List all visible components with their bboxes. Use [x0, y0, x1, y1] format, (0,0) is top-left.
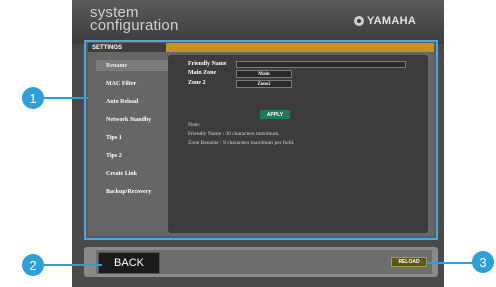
settings-menu: Rename MAC Filter Auto Reload Network St…: [96, 60, 168, 204]
note-line-1: Friendly Name : 30 characters maximum.: [188, 131, 280, 137]
menu-item-backup-recovery[interactable]: Backup/Recovery: [96, 186, 168, 197]
apply-button[interactable]: APPLY: [260, 110, 290, 119]
reload-button[interactable]: RELOAD: [391, 257, 427, 267]
menu-item-auto-reload[interactable]: Auto Reload: [96, 96, 168, 107]
app-title: system configuration: [90, 5, 179, 34]
main-zone-input[interactable]: Main: [236, 70, 292, 78]
zone2-label: Zone 2: [188, 80, 206, 86]
callout-3-line: [426, 262, 474, 264]
zone2-input[interactable]: Zone2: [236, 80, 292, 88]
friendly-name-input[interactable]: [236, 61, 406, 68]
callout-1-badge: 1: [22, 87, 44, 109]
menu-item-create-link[interactable]: Create Link: [96, 168, 168, 179]
callout-1-line: [42, 97, 88, 99]
callout-2-line: [42, 264, 102, 266]
menu-item-network-standby[interactable]: Network Standby: [96, 114, 168, 125]
main-zone-label: Main Zone: [188, 70, 217, 76]
menu-item-rename[interactable]: Rename: [96, 60, 168, 71]
callout-2-badge: 2: [22, 254, 44, 276]
menu-item-tips-1[interactable]: Tips 1: [96, 132, 168, 143]
app-title-line2: configuration: [90, 17, 179, 34]
note-title: Note:: [188, 122, 201, 128]
settings-tab-bar: [166, 43, 434, 52]
settings-tab: SETTINGS: [88, 43, 166, 52]
brand-logo: YAMAHA: [354, 15, 416, 27]
menu-item-mac-filter[interactable]: MAC Filter: [96, 78, 168, 89]
friendly-name-label: Friendly Name: [188, 61, 227, 67]
yamaha-logo-icon: [354, 16, 364, 26]
menu-item-tips-2[interactable]: Tips 2: [96, 150, 168, 161]
brand-text: YAMAHA: [367, 15, 417, 27]
callout-3-badge: 3: [472, 251, 494, 273]
note-line-2: Zone Rename : 9 characters maximum per f…: [188, 140, 295, 146]
back-button[interactable]: BACK: [98, 252, 160, 274]
